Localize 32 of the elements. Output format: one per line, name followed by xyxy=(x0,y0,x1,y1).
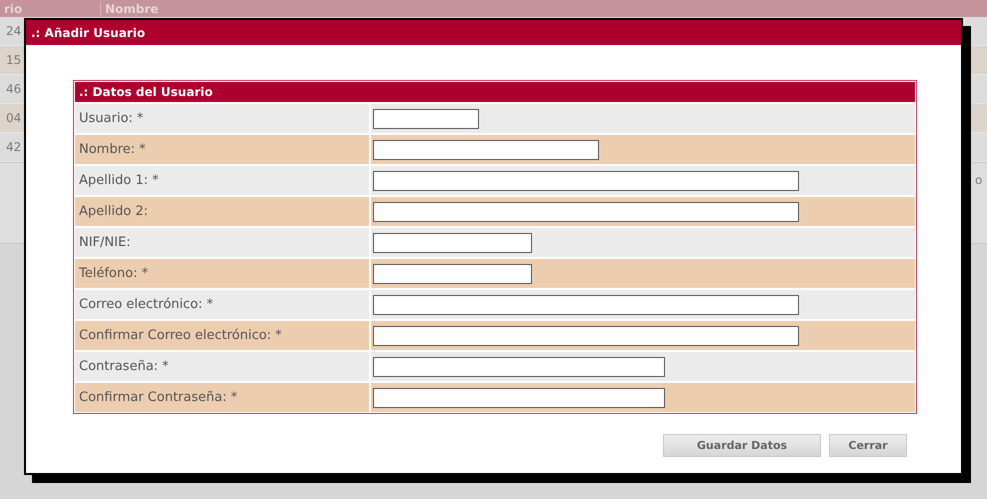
input-field[interactable] xyxy=(373,202,799,222)
table-cell-text: 15 xyxy=(5,53,22,67)
column-header: rio xyxy=(3,2,24,16)
table-cell-text: 04 xyxy=(5,111,22,125)
input-field[interactable] xyxy=(373,356,665,376)
field-label: Nombre: * xyxy=(75,135,371,164)
field-label: Teléfono: * xyxy=(75,259,371,288)
table-cell-text: 42 xyxy=(5,140,22,154)
field-label: Confirmar Correo electrónico: * xyxy=(75,321,371,350)
field-label: Correo electrónico: * xyxy=(75,290,371,319)
dialog-button[interactable]: Guardar Datos xyxy=(663,434,821,457)
field-label: Apellido 2: xyxy=(75,197,371,226)
dialog-title: .: Añadir Usuario xyxy=(26,20,961,45)
table-cell: o xyxy=(975,173,982,187)
field-label: Confirmar Contraseña: * xyxy=(75,383,371,412)
field-label: Apellido 1: * xyxy=(75,166,371,195)
input-field[interactable] xyxy=(373,170,799,190)
column-header: Nombre xyxy=(100,2,158,16)
table-cell-text: 24 xyxy=(5,24,22,38)
input-field[interactable] xyxy=(373,388,665,408)
input-field[interactable] xyxy=(373,108,479,128)
input-field[interactable] xyxy=(373,232,532,252)
input-field[interactable] xyxy=(373,294,799,314)
table-cell-text: 46 xyxy=(5,82,22,96)
input-field[interactable] xyxy=(373,140,599,160)
panel-title: .: Datos del Usuario xyxy=(75,82,915,102)
input-field[interactable] xyxy=(373,326,799,346)
dialog-button[interactable]: Cerrar xyxy=(829,434,907,457)
field-label: NIF/NIE: xyxy=(75,228,371,257)
input-field[interactable] xyxy=(373,264,532,284)
field-label: Contraseña: * xyxy=(75,352,371,381)
field-label: Usuario: * xyxy=(75,104,371,133)
